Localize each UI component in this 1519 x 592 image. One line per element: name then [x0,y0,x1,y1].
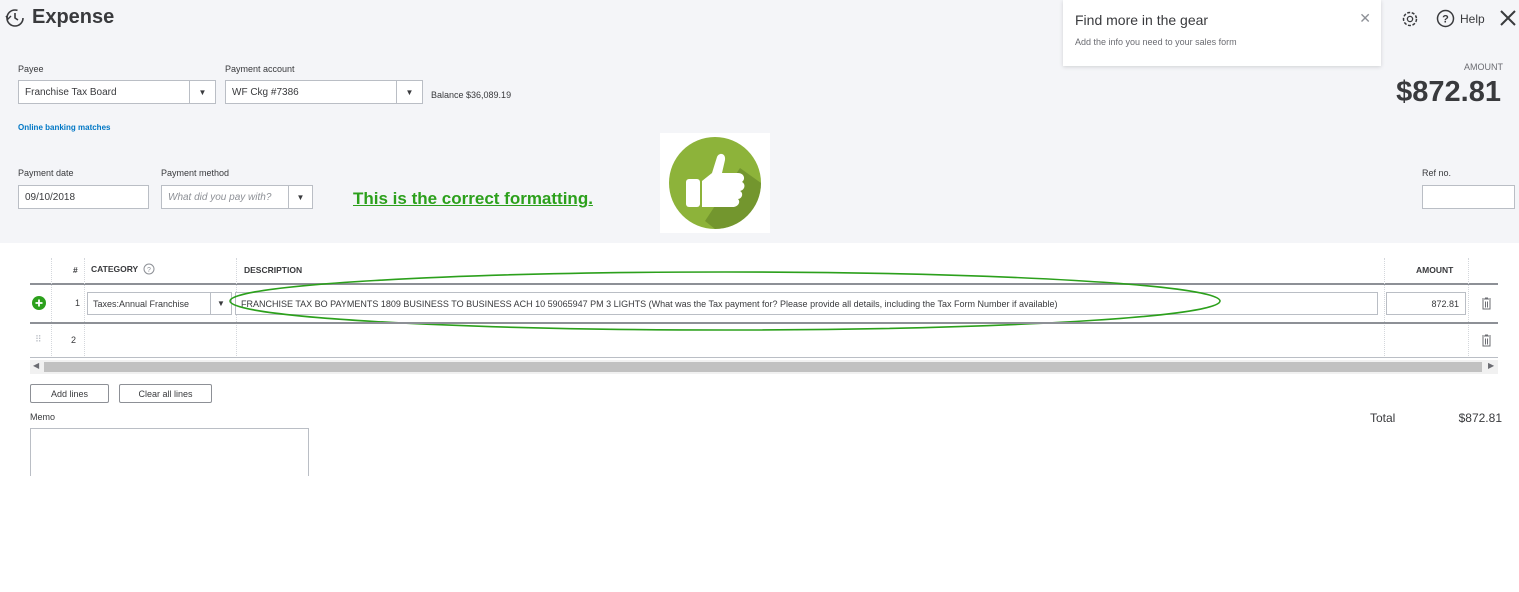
gear-icon[interactable] [1400,9,1420,29]
row-number: 1 [75,298,81,308]
drag-handle-icon[interactable]: ⠿ [35,334,42,345]
payment-account-field[interactable]: WF Ckg #7386 [225,80,397,104]
amount-total: $872.81 [1396,76,1501,108]
ref-no-label: Ref no. [1422,168,1452,178]
tip-title: Find more in the gear [1075,12,1209,28]
thumbs-up-icon [669,137,761,229]
payment-method-placeholder: What did you pay with? [168,191,272,203]
payment-method-field[interactable]: What did you pay with? [161,185,289,209]
trash-icon[interactable] [1481,297,1492,310]
tip-close-icon[interactable]: ✕ [1359,10,1371,27]
chevron-down-icon: ▼ [405,87,414,97]
amount-value: 872.81 [1431,298,1459,309]
payment-method-label: Payment method [161,168,230,178]
tip-text: Add the info you need to your sales form [1075,37,1237,47]
row-number: 2 [71,335,77,345]
help-label: Help [1460,11,1485,26]
scroll-right-icon[interactable]: ▶ [1488,361,1494,370]
help-icon: ? [1436,9,1455,28]
category-value: Taxes:Annual Franchise [93,298,190,309]
help-button[interactable]: ? Help [1436,9,1485,28]
scroll-left-icon[interactable]: ◀ [33,361,39,370]
payment-account-label: Payment account [225,64,295,74]
recent-transactions-icon[interactable] [4,7,26,29]
account-balance: Balance $36,089.19 [431,90,512,100]
col-amount-header: AMOUNT [1416,265,1454,275]
payment-date-field[interactable]: 09/10/2018 [18,185,149,209]
amount-label: AMOUNT [1464,62,1503,72]
annotation-note: This is the correct formatting. [353,189,593,208]
scrollbar-thumb[interactable] [44,362,1482,372]
payment-date-value: 09/10/2018 [25,191,76,203]
payment-date-label: Payment date [18,168,74,178]
add-row-icon[interactable] [32,296,46,310]
category-field[interactable]: Taxes:Annual Franchise [87,292,211,315]
page-title: Expense [32,6,115,28]
ref-no-field[interactable] [1422,185,1515,209]
online-banking-link[interactable]: Online banking matches [18,123,110,132]
gear-tip-popover: Find more in the gear Add the info you n… [1063,0,1381,66]
clear-all-lines-button[interactable]: Clear all lines [119,384,212,403]
svg-text:?: ? [1442,14,1449,26]
payee-value: Franchise Tax Board [25,86,117,98]
trash-icon[interactable] [1481,334,1492,347]
col-num-header: # [73,265,78,275]
payee-label: Payee [18,64,44,74]
title-row: Expense [4,6,114,29]
total-value: $872.81 [1458,411,1502,425]
row-divider [30,357,1498,358]
chevron-down-icon: ▼ [217,299,225,308]
svg-text:?: ? [147,267,151,274]
payee-field[interactable]: Franchise Tax Board [18,80,190,104]
col-category-header: CATEGORY [91,264,139,274]
payment-account-dropdown[interactable]: ▼ [396,80,423,104]
total-label: Total [1370,411,1396,425]
chevron-down-icon: ▼ [296,192,305,202]
payment-account-value: WF Ckg #7386 [232,86,299,98]
close-icon[interactable] [1499,9,1517,27]
payee-dropdown[interactable]: ▼ [189,80,216,104]
payment-method-dropdown[interactable]: ▼ [288,185,313,209]
thumbs-up-badge [660,133,770,233]
memo-textarea[interactable] [30,428,309,476]
memo-label: Memo [30,412,56,422]
chevron-down-icon: ▼ [198,87,207,97]
category-header: CATEGORY ? [91,263,155,275]
table-row: ⠿ 2 [30,324,1498,357]
add-lines-button[interactable]: Add lines [30,384,109,403]
info-icon[interactable]: ? [143,263,155,275]
amount-field[interactable]: 872.81 [1386,292,1466,315]
